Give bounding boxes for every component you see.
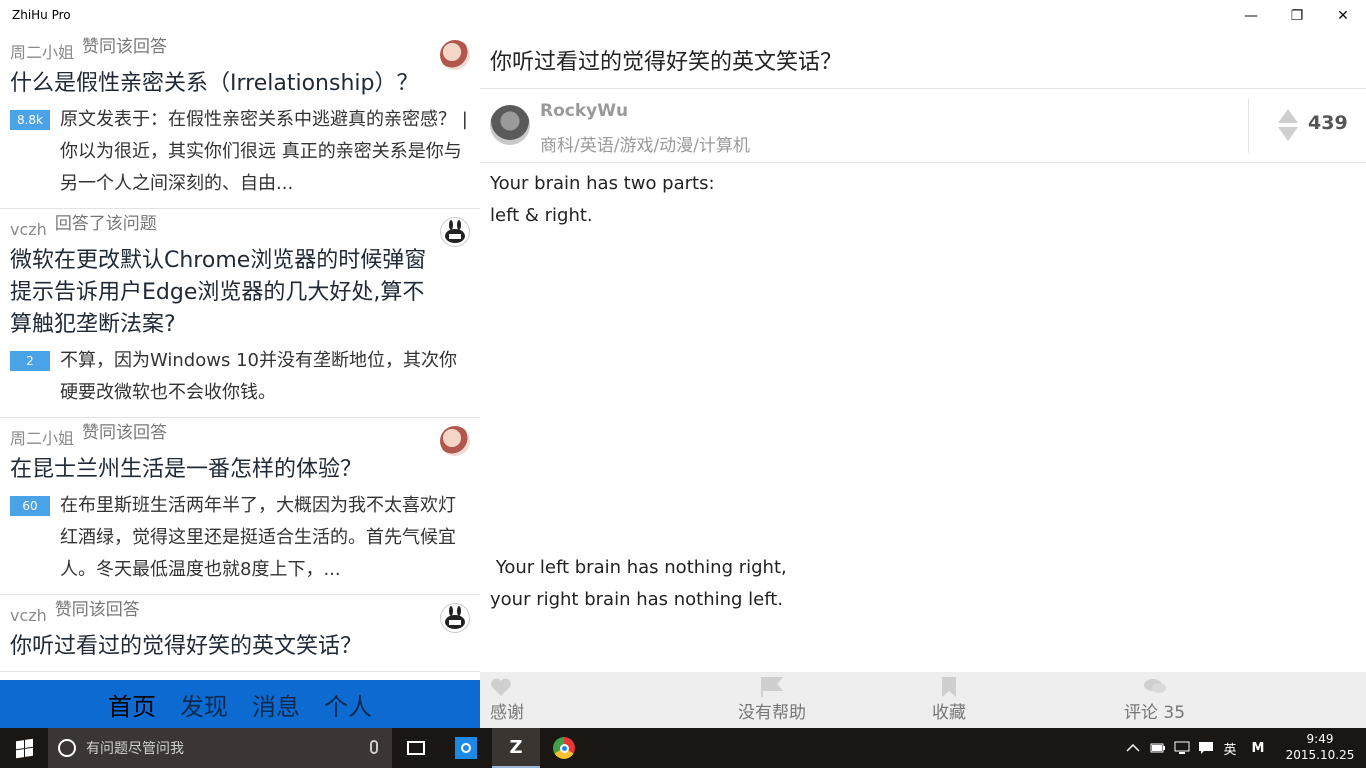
action-center-icon[interactable]	[1198, 728, 1214, 768]
clock-time: 9:49	[1306, 732, 1334, 746]
avatar[interactable]	[440, 603, 470, 633]
m-tray-icon[interactable]: M	[1250, 728, 1266, 768]
taskbar-app-chrome[interactable]	[540, 728, 588, 768]
feed-item[interactable]: 周二小姐 赞同该回答 在昆士兰州生活是一番怎样的体验？ 60 在布里斯班生活两年半…	[0, 418, 480, 595]
vote-badge: 8.8k	[10, 110, 50, 130]
feed-meta: 周二小姐 赞同该回答	[10, 37, 470, 64]
nav-profile[interactable]: 个人	[324, 687, 372, 722]
vote-count: 439	[1308, 112, 1348, 134]
author-row: RockyWu 商科/英语/游戏/动漫/计算机 439	[480, 89, 1366, 163]
bookmark-icon	[932, 676, 966, 698]
answer-line: Your brain has two parts:	[490, 173, 715, 194]
feed-title[interactable]: 你听过看过的觉得好笑的英文笑话？	[10, 631, 470, 663]
feed-item[interactable]: 周二小姐 赞同该回答 什么是假性亲密关系（Irrelationship）？ 8.8…	[0, 32, 480, 209]
question-title[interactable]: 你听过看过的觉得好笑的英文笑话？	[490, 44, 842, 76]
thanks-button[interactable]: 感谢	[490, 676, 524, 723]
answer-line: Your left brain has nothing right,	[490, 557, 787, 578]
answer-paragraph: Your brain has two parts: left & right.	[490, 168, 715, 232]
app-icon	[455, 737, 477, 759]
no-help-label: 没有帮助	[738, 703, 806, 723]
nav-discover[interactable]: 发现	[180, 687, 228, 722]
avatar[interactable]	[440, 40, 470, 70]
feed-excerpt[interactable]: 原文发表于：在假性亲密关系中逃避真的亲密感？ | 你以为很近，其实你们很远 真正…	[60, 104, 470, 200]
vote-badge: 60	[10, 496, 50, 516]
feed-body: 2 不算，因为Windows 10并没有垄断地位，其次你硬要改微软也不会收你钱。	[10, 345, 470, 409]
feed-user[interactable]: vczh	[10, 220, 47, 239]
tray-expand-icon[interactable]	[1126, 728, 1140, 768]
feed-item[interactable]: vczh 回答了该问题 微软在更改默认Chrome浏览器的时候弹窗提示告诉用户Ed…	[0, 209, 480, 418]
feed-user[interactable]: vczh	[10, 606, 47, 625]
bottom-nav: 首页 发现 消息 个人	[0, 680, 480, 728]
chrome-icon	[553, 737, 575, 759]
answer-detail: 你听过看过的觉得好笑的英文笑话？ RockyWu 商科/英语/游戏/动漫/计算机…	[480, 32, 1366, 672]
cortana-icon	[58, 739, 76, 757]
feed-action: 赞同该回答	[82, 37, 168, 57]
feed-user[interactable]: 周二小姐	[10, 43, 74, 62]
feed-title[interactable]: 微软在更改默认Chrome浏览器的时候弹窗提示告诉用户Edge浏览器的几大好处,…	[10, 245, 470, 341]
favorite-label: 收藏	[932, 703, 966, 723]
taskbar-app-zhihu[interactable]: Z	[492, 728, 540, 768]
divider	[1248, 99, 1249, 153]
clock[interactable]: 9:49 2015.10.25	[1280, 731, 1360, 763]
answer-line: your right brain has nothing left.	[490, 589, 784, 610]
feed-body: 60 在布里斯班生活两年半了，大概因为我不太喜欢灯红酒绿，觉得这里还是挺适合生活…	[10, 490, 470, 586]
app-title: ZhiHu Pro	[12, 8, 71, 22]
bunny-avatar-icon	[445, 220, 465, 243]
feed-action: 回答了该问题	[54, 214, 157, 234]
battery-icon[interactable]	[1150, 728, 1166, 768]
avatar[interactable]	[440, 426, 470, 456]
flag-icon	[738, 676, 806, 698]
no-help-button[interactable]: 没有帮助	[738, 676, 806, 723]
heart-icon	[490, 676, 524, 698]
author-bio: 商科/英语/游戏/动漫/计算机	[540, 136, 750, 156]
feed-title[interactable]: 什么是假性亲密关系（Irrelationship）？	[10, 68, 470, 100]
feed-meta: vczh 回答了该问题	[10, 214, 470, 241]
taskbar-app-blue[interactable]	[442, 728, 490, 768]
feed-body: 8.8k 原文发表于：在假性亲密关系中逃避真的亲密感？ | 你以为很近，其实你们…	[10, 104, 470, 200]
feed-meta: 周二小姐 赞同该回答	[10, 423, 470, 450]
comment-label: 评论 35	[1124, 703, 1186, 723]
taskbar: 有问题尽管问我 Z 英 M 9:49 2015.10.25	[0, 728, 1366, 768]
clock-date: 2015.10.25	[1285, 748, 1355, 762]
nav-messages[interactable]: 消息	[252, 687, 300, 722]
feed-action: 赞同该回答	[54, 600, 140, 620]
answer-action-bar: 感谢 没有帮助 收藏 评论 35	[480, 672, 1366, 728]
vote-badge: 2	[10, 351, 50, 371]
windows-icon	[15, 738, 33, 758]
start-button[interactable]	[0, 728, 48, 768]
task-view-icon	[407, 741, 425, 755]
favorite-button[interactable]: 收藏	[932, 676, 966, 723]
maximize-button[interactable]: ❐	[1274, 0, 1320, 32]
feed-title[interactable]: 在昆士兰州生活是一番怎样的体验？	[10, 454, 470, 486]
bunny-avatar-icon	[445, 606, 465, 629]
avatar[interactable]	[440, 217, 470, 247]
feed-excerpt[interactable]: 在布里斯班生活两年半了，大概因为我不太喜欢灯红酒绿，觉得这里还是挺适合生活的。首…	[60, 490, 470, 586]
comment-icon	[1124, 676, 1185, 698]
feed-list[interactable]: 周二小姐 赞同该回答 什么是假性亲密关系（Irrelationship）？ 8.8…	[0, 32, 480, 680]
network-icon[interactable]	[1174, 728, 1190, 768]
feed-action: 赞同该回答	[82, 423, 168, 443]
feed-meta: vczh 赞同该回答	[10, 600, 470, 627]
microphone-icon[interactable]	[370, 740, 378, 754]
cortana-search[interactable]: 有问题尽管问我	[48, 728, 392, 768]
title-bar: ZhiHu Pro — ❐ ✕	[0, 0, 1366, 32]
zhihu-icon: Z	[509, 736, 523, 758]
answer-line: left & right.	[490, 205, 593, 226]
upvote-icon[interactable]	[1278, 109, 1298, 123]
thanks-label: 感谢	[490, 703, 524, 723]
minimize-button[interactable]: —	[1228, 0, 1274, 32]
comment-button[interactable]: 评论 35	[1124, 676, 1185, 723]
feed-excerpt[interactable]: 不算，因为Windows 10并没有垄断地位，其次你硬要改微软也不会收你钱。	[60, 345, 470, 409]
close-button[interactable]: ✕	[1320, 0, 1366, 32]
nav-home[interactable]: 首页	[108, 687, 156, 722]
feed-user[interactable]: 周二小姐	[10, 429, 74, 448]
search-placeholder: 有问题尽管问我	[86, 741, 184, 757]
task-view-button[interactable]	[392, 728, 440, 768]
downvote-icon[interactable]	[1278, 127, 1298, 141]
feed-item[interactable]: vczh 赞同该回答 你听过看过的觉得好笑的英文笑话？	[0, 595, 480, 672]
author-avatar[interactable]	[490, 105, 530, 145]
author-name[interactable]: RockyWu	[540, 101, 628, 121]
ime-indicator[interactable]: 英	[1222, 728, 1238, 768]
answer-paragraph: Your left brain has nothing right, your …	[490, 552, 787, 616]
